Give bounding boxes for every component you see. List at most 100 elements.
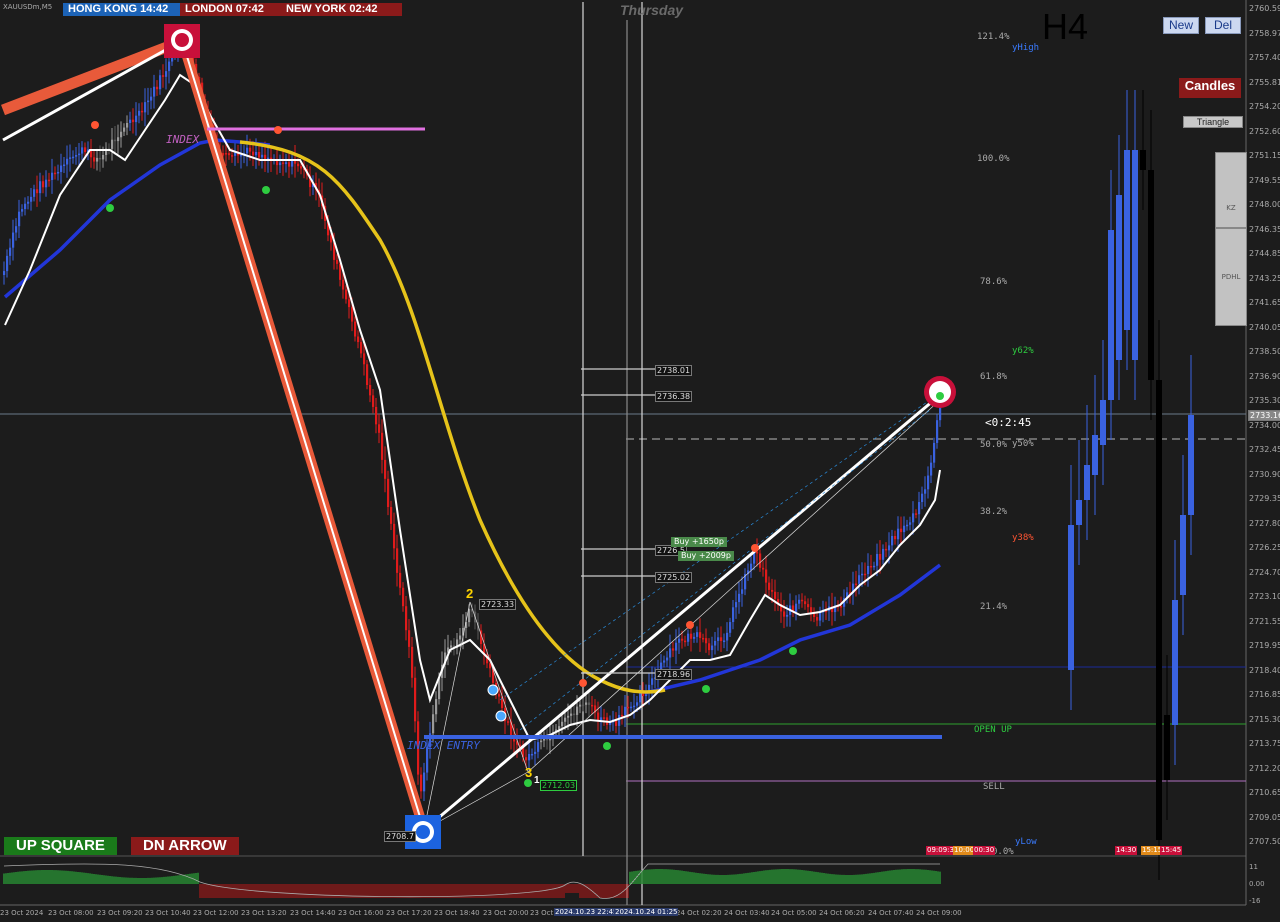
candle bbox=[285, 162, 288, 165]
h4-candle bbox=[1100, 400, 1106, 445]
price-axis-label: 2754.20 bbox=[1249, 102, 1280, 111]
price-axis-label: 2748.00 bbox=[1249, 200, 1280, 209]
up-square-button[interactable]: UP SQUARE bbox=[4, 837, 117, 855]
candle bbox=[240, 154, 243, 157]
new-button[interactable]: New bbox=[1163, 17, 1199, 34]
candle bbox=[816, 617, 819, 621]
candle bbox=[918, 502, 921, 515]
price-axis-label: 2740.05 bbox=[1249, 322, 1280, 332]
time-axis-label: 23 Oct bbox=[530, 909, 554, 917]
candle bbox=[345, 289, 348, 300]
price-axis-label: 2726.25 bbox=[1249, 543, 1280, 552]
pdhl-panel-button[interactable]: PDHL bbox=[1215, 228, 1247, 326]
candle bbox=[627, 706, 630, 709]
price-axis-label: 2709.05 bbox=[1249, 812, 1280, 822]
time-axis-label: 23 Oct 13:20 bbox=[241, 909, 287, 917]
triangle-marker bbox=[495, 710, 507, 722]
time-axis-label: 23 Oct 14:40 bbox=[290, 909, 336, 917]
candle bbox=[153, 86, 156, 97]
price-axis-label: 2723.10 bbox=[1249, 592, 1280, 601]
candle bbox=[897, 528, 900, 540]
session-label: NEW YORK 02:42 bbox=[281, 3, 402, 16]
kz-panel-button[interactable]: KZ bbox=[1215, 152, 1247, 228]
fib-level-label: 38.2% bbox=[980, 507, 1008, 517]
candle bbox=[132, 119, 135, 123]
price-tag: 2723.33 bbox=[479, 599, 517, 610]
candles-button[interactable]: Candles bbox=[1179, 78, 1241, 98]
price-axis-label: 2751.15 bbox=[1249, 151, 1280, 160]
time-axis-label: 24 Oct 05:00 bbox=[771, 909, 817, 917]
signal-dot bbox=[262, 186, 270, 194]
candle bbox=[255, 151, 258, 156]
candle bbox=[915, 513, 918, 515]
candle bbox=[885, 548, 888, 551]
candle bbox=[525, 757, 528, 761]
candle bbox=[246, 147, 249, 154]
candle bbox=[375, 406, 378, 425]
triangle-marker bbox=[487, 684, 499, 696]
candle bbox=[396, 548, 399, 573]
candle bbox=[762, 567, 765, 570]
candle bbox=[150, 96, 153, 101]
candle bbox=[687, 633, 690, 642]
candle bbox=[537, 742, 540, 752]
candle bbox=[855, 583, 858, 586]
candle bbox=[711, 645, 714, 651]
h4-candle bbox=[1076, 500, 1082, 525]
candle bbox=[585, 702, 588, 705]
candle bbox=[798, 599, 801, 604]
candle bbox=[45, 179, 48, 188]
candle bbox=[57, 171, 60, 174]
candle bbox=[123, 127, 126, 132]
candle bbox=[234, 152, 237, 156]
h4-candle bbox=[1172, 600, 1178, 725]
signal-dot bbox=[751, 544, 759, 552]
crosshair-date-label: 2024.10.24 01:25 bbox=[614, 908, 679, 916]
price-axis-label: 2743.25 bbox=[1249, 273, 1280, 283]
fib-level-label: yHigh bbox=[1012, 43, 1040, 53]
time-axis-label: 24 Oct 09:00 bbox=[916, 909, 962, 917]
candle bbox=[348, 299, 351, 308]
session-label: HONG KONG 14:42 bbox=[63, 3, 186, 16]
candle bbox=[363, 353, 366, 365]
candle bbox=[459, 635, 462, 640]
h4-candle bbox=[1140, 150, 1146, 170]
time-axis-label: 23 Oct 16:00 bbox=[338, 909, 384, 917]
candle bbox=[51, 172, 54, 180]
price-axis-label: 2734.00 bbox=[1249, 420, 1280, 430]
orange-trend-line bbox=[1, 36, 182, 116]
triangle-button[interactable]: Triangle bbox=[1183, 116, 1243, 128]
candle bbox=[69, 157, 72, 159]
candle bbox=[378, 424, 381, 433]
time-axis-label: 23 Oct 18:40 bbox=[434, 909, 480, 917]
candle bbox=[873, 565, 876, 568]
candle bbox=[588, 702, 591, 705]
index-entry-label: INDEX ENTRY bbox=[407, 739, 480, 752]
oscillator-axis-label: 11 bbox=[1249, 863, 1258, 871]
h4-candle bbox=[1156, 380, 1162, 840]
timeframe-label: H4 bbox=[1042, 6, 1089, 47]
buy-signal-dot bbox=[416, 825, 430, 839]
day-label: Thursday bbox=[620, 2, 684, 18]
time-axis-label: 23 Oct 2024 bbox=[0, 909, 44, 917]
candle bbox=[282, 162, 285, 165]
price-axis-label: 2713.75 bbox=[1249, 739, 1280, 748]
candle bbox=[894, 535, 897, 540]
price-tag: 2708.7 bbox=[384, 831, 416, 842]
candle bbox=[78, 153, 81, 156]
candle bbox=[96, 157, 99, 162]
signal-dot bbox=[702, 685, 710, 693]
candle bbox=[354, 321, 357, 337]
ma-blue-line bbox=[3, 138, 271, 299]
dn-arrow-button[interactable]: DN ARROW bbox=[131, 837, 239, 855]
target-signal-dot bbox=[936, 392, 944, 400]
candle bbox=[21, 209, 24, 212]
del-button[interactable]: Del bbox=[1205, 17, 1241, 34]
candle bbox=[840, 605, 843, 608]
candle bbox=[27, 201, 30, 204]
price-axis-label: 2732.45 bbox=[1249, 445, 1280, 454]
time-axis-label: 23 Oct 20:00 bbox=[483, 909, 529, 917]
price-axis-label: 2716.85 bbox=[1249, 690, 1280, 699]
price-axis-label: 2758.97 bbox=[1249, 28, 1280, 38]
candle bbox=[33, 189, 36, 197]
